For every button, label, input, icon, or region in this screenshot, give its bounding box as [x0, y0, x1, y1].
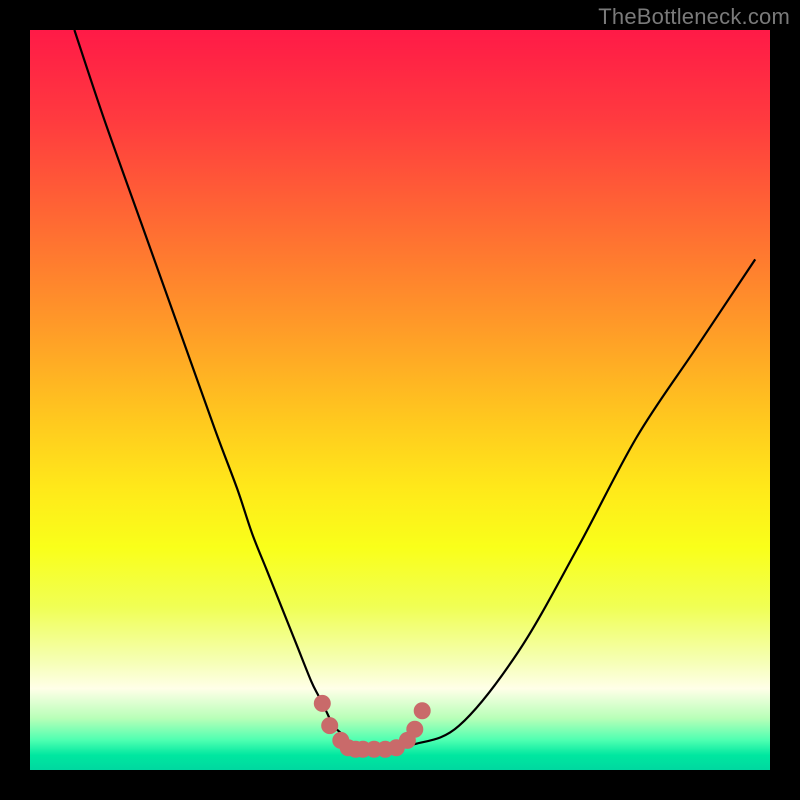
marker-dot	[414, 703, 430, 719]
bottleneck-curve	[74, 30, 755, 748]
marker-dot	[407, 721, 423, 737]
chart-frame: TheBottleneck.com	[0, 0, 800, 800]
marker-dot	[322, 718, 338, 734]
curve-svg	[30, 30, 770, 770]
marker-dot	[314, 695, 330, 711]
plot-area	[30, 30, 770, 770]
marker-cluster	[314, 695, 430, 757]
watermark-text: TheBottleneck.com	[598, 4, 790, 30]
